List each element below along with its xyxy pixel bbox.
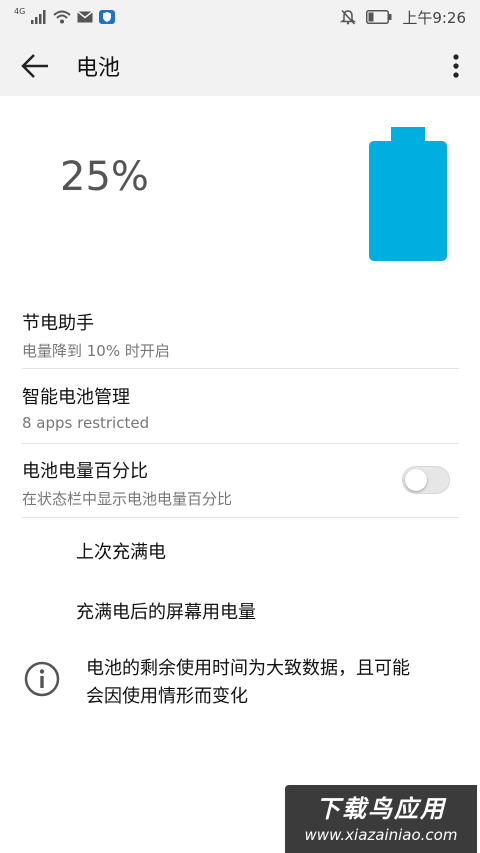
status-bar-right: 上午9:26 [340,0,466,34]
smart-battery-management-item[interactable]: 智能电池管理 8 apps restricted [22,383,459,432]
network-type-label: 4G [14,6,26,16]
watermark-brand: 下载鸟应用 [316,795,446,823]
battery-status-icon [366,10,392,24]
page-title: 电池 [76,56,121,81]
smart-battery-management-title: 智能电池管理 [22,387,130,408]
battery-percentage-subtitle: 在状态栏中显示电池电量百分比 [22,490,233,508]
battery-estimate-note: 电池的剩余使用时间为大致数据，且可能 会因使用情形而变化 [86,655,456,711]
battery-percentage-item[interactable]: 电池电量百分比 在状态栏中显示电池电量百分比 [22,457,392,509]
power-saving-assistant-item[interactable]: 节电助手 电量降到 10% 时开启 [22,309,459,361]
battery-level-icon [369,127,447,261]
battery-estimate-note-line1: 电池的剩余使用时间为大致数据，且可能 [86,658,410,679]
smart-battery-management-subtitle: 8 apps restricted [22,414,150,432]
battery-estimate-note-line2: 会因使用情形而变化 [86,686,248,707]
divider [22,443,459,444]
battery-percentage: 25% [60,154,149,200]
info-icon [24,661,60,697]
watermark-url: www.xiazainiao.com [304,826,458,844]
wifi-icon [53,10,71,24]
status-time: 上午9:26 [402,8,466,27]
divider [22,368,459,369]
arrow-back-icon [21,54,48,78]
power-saving-assistant-title: 节电助手 [22,313,94,334]
more-options-button[interactable] [446,49,466,83]
last-full-charge-item[interactable]: 上次充满电 [76,538,166,564]
security-shield-icon [99,10,116,24]
toggle-knob [405,469,427,491]
battery-cap [391,127,425,142]
app-bar: 电池 [0,34,480,96]
battery-percentage-title: 电池电量百分比 [22,461,148,482]
mail-icon [77,11,94,23]
more-vert-icon [453,54,459,78]
battery-percentage-toggle[interactable] [402,466,450,494]
screen-usage-since-full-charge-item[interactable]: 充满电后的屏幕用电量 [76,598,256,624]
watermark: 下载鸟应用 www.xiazainiao.com [285,785,477,853]
power-saving-assistant-subtitle: 电量降到 10% 时开启 [22,342,170,360]
status-bar: 4G 上午9:26 [0,0,480,34]
battery-body [369,141,447,261]
back-button[interactable] [18,49,52,83]
divider [22,517,459,518]
notifications-muted-icon [340,9,357,25]
signal-icon [31,10,46,24]
status-bar-left: 4G [14,0,116,34]
